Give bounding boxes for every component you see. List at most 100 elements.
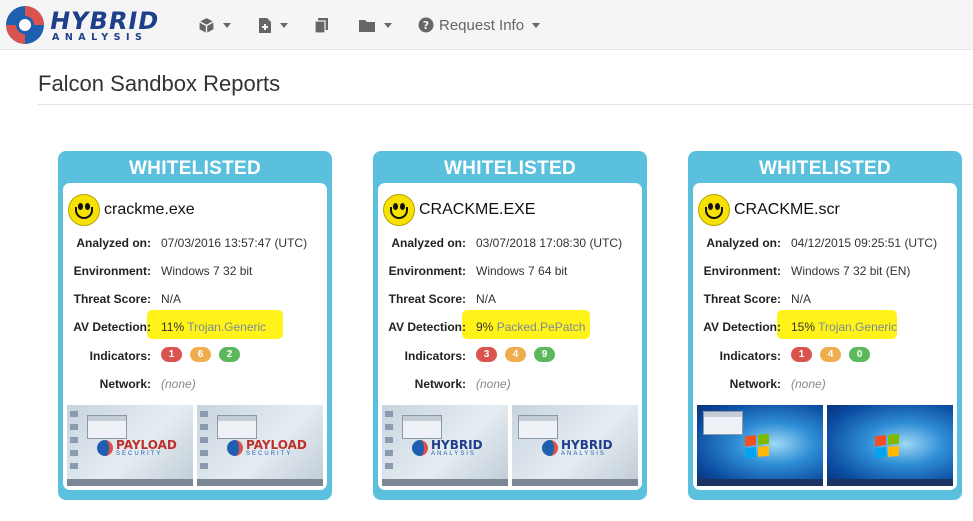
file-name[interactable]: CRACKME.EXE bbox=[419, 201, 535, 219]
indicators-row: Indicators: 1 6 2 bbox=[63, 347, 327, 369]
av-detection-value: 11% Trojan.Generic bbox=[161, 320, 266, 334]
suspicious-indicator-badge[interactable]: 4 bbox=[505, 347, 526, 362]
nav-submit-menu[interactable] bbox=[198, 14, 231, 36]
av-detection-row: AV Detection: 15% Trojan.Generic bbox=[693, 310, 957, 340]
analyzed-on-label: Analyzed on: bbox=[706, 236, 781, 250]
verdict-label: WHITELISTED bbox=[128, 158, 262, 179]
chevron-down-icon bbox=[532, 22, 541, 28]
network-label: Network: bbox=[99, 377, 151, 391]
analyzed-on-value: 07/03/2016 13:57:47 (UTC) bbox=[161, 236, 308, 250]
hybrid-analysis-logo[interactable]: HYBRID ANALYSIS bbox=[4, 4, 174, 46]
indicators-row: Indicators: 3 4 9 bbox=[378, 347, 642, 369]
informative-indicator-badge[interactable]: 2 bbox=[219, 347, 240, 362]
network-row: Network: (none) bbox=[693, 377, 957, 397]
indicator-badges: 1 4 0 bbox=[791, 347, 870, 362]
payload-security-logo: PAYLOAD SECURITY bbox=[227, 439, 307, 457]
threat-score-row: Threat Score: N/A bbox=[378, 292, 642, 312]
environment-label: Environment: bbox=[388, 264, 466, 278]
threat-score-label: Threat Score: bbox=[73, 292, 151, 306]
suspicious-indicator-badge[interactable]: 4 bbox=[820, 347, 841, 362]
threat-score-row: Threat Score: N/A bbox=[63, 292, 327, 312]
screenshot-thumbnail[interactable]: PAYLOAD SECURITY bbox=[197, 405, 323, 486]
copy-icon bbox=[314, 17, 328, 34]
informative-indicator-badge[interactable]: 0 bbox=[849, 347, 870, 362]
windows-logo-icon bbox=[745, 433, 769, 459]
malicious-indicator-badge[interactable]: 1 bbox=[161, 347, 182, 362]
analyzed-on-label: Analyzed on: bbox=[391, 236, 466, 250]
screenshot-thumbnail[interactable] bbox=[697, 405, 823, 486]
screenshot-thumbnail[interactable]: HYBRID ANALYSIS bbox=[512, 405, 638, 486]
indicators-row: Indicators: 1 4 0 bbox=[693, 347, 957, 369]
screenshot-strip: HYBRID ANALYSIS HYBRID ANALYSIS bbox=[382, 405, 638, 486]
network-label: Network: bbox=[414, 377, 466, 391]
smiley-icon bbox=[383, 194, 415, 226]
network-row: Network: (none) bbox=[63, 377, 327, 397]
hybrid-logo: HYBRID ANALYSIS bbox=[412, 439, 483, 457]
indicators-label: Indicators: bbox=[719, 349, 781, 363]
network-value: (none) bbox=[161, 377, 196, 391]
av-detection-value: 9% Packed.PePatch bbox=[476, 320, 585, 334]
av-detection-row: AV Detection: 11% Trojan.Generic bbox=[63, 310, 327, 340]
av-detection-label: AV Detection: bbox=[703, 320, 781, 334]
analyzed-on-value: 03/07/2018 17:08:30 (UTC) bbox=[476, 236, 623, 250]
file-name-row: crackme.exe bbox=[68, 194, 195, 226]
environment-label: Environment: bbox=[703, 264, 781, 278]
environment-value: Windows 7 64 bit bbox=[476, 264, 568, 278]
av-percent: 15% bbox=[791, 320, 816, 334]
chevron-down-icon bbox=[384, 22, 392, 28]
av-detection-label: AV Detection: bbox=[73, 320, 151, 334]
page-title: Falcon Sandbox Reports bbox=[38, 71, 281, 96]
screenshot-thumbnail[interactable]: PAYLOAD SECURITY bbox=[67, 405, 193, 486]
indicator-badges: 1 6 2 bbox=[161, 347, 240, 362]
logo-text: HYBRID bbox=[47, 7, 162, 35]
report-card[interactable]: WHITELISTED CRACKME.scr Analyzed on: 04/… bbox=[688, 151, 962, 500]
malicious-indicator-badge[interactable]: 1 bbox=[791, 347, 812, 362]
screenshot-strip bbox=[697, 405, 953, 486]
suspicious-indicator-badge[interactable]: 6 bbox=[190, 347, 211, 362]
nav-copy-button[interactable] bbox=[314, 14, 329, 36]
verdict-label: WHITELISTED bbox=[443, 158, 577, 179]
nav-request-info-menu[interactable]: ? Request Info bbox=[418, 14, 541, 36]
network-row: Network: (none) bbox=[378, 377, 642, 397]
screenshot-thumbnail[interactable]: HYBRID ANALYSIS bbox=[382, 405, 508, 486]
screenshot-thumbnail[interactable] bbox=[827, 405, 953, 486]
logo-subtext: ANALYSIS bbox=[52, 32, 148, 43]
smiley-icon bbox=[698, 194, 730, 226]
informative-indicator-badge[interactable]: 9 bbox=[534, 347, 555, 362]
svg-text:?: ? bbox=[423, 19, 429, 32]
file-name[interactable]: CRACKME.scr bbox=[734, 201, 840, 219]
threat-score-label: Threat Score: bbox=[388, 292, 466, 306]
av-name: Packed.PePatch bbox=[496, 320, 586, 334]
environment-row: Environment: Windows 7 32 bit bbox=[63, 264, 327, 284]
nav-folder-menu[interactable] bbox=[358, 14, 392, 36]
question-circle-icon: ? bbox=[418, 17, 434, 33]
indicators-label: Indicators: bbox=[404, 349, 466, 363]
cube-icon bbox=[199, 17, 214, 33]
threat-score-label: Threat Score: bbox=[703, 292, 781, 306]
av-name: Trojan.Generic bbox=[187, 320, 267, 334]
threat-score-value: N/A bbox=[161, 292, 182, 306]
verdict-label: WHITELISTED bbox=[758, 158, 892, 179]
network-value: (none) bbox=[791, 377, 826, 391]
file-name-row: CRACKME.scr bbox=[698, 194, 840, 226]
environment-row: Environment: Windows 7 64 bit bbox=[378, 264, 642, 284]
report-card-body: CRACKME.scr Analyzed on: 04/12/2015 09:2… bbox=[693, 183, 957, 490]
analyzed-on-row: Analyzed on: 04/12/2015 09:25:51 (UTC) bbox=[693, 236, 957, 256]
analyzed-on-row: Analyzed on: 07/03/2016 13:57:47 (UTC) bbox=[63, 236, 327, 256]
title-divider bbox=[38, 104, 973, 105]
malicious-indicator-badge[interactable]: 3 bbox=[476, 347, 497, 362]
report-card[interactable]: WHITELISTED CRACKME.EXE Analyzed on: 03/… bbox=[373, 151, 647, 500]
hybrid-logo: HYBRID ANALYSIS bbox=[542, 439, 613, 457]
av-detection-row: AV Detection: 9% Packed.PePatch bbox=[378, 310, 642, 340]
chevron-down-icon bbox=[280, 22, 288, 28]
av-detection-label: AV Detection: bbox=[388, 320, 466, 334]
request-info-label: Request Info bbox=[439, 16, 525, 34]
threat-score-value: N/A bbox=[476, 292, 497, 306]
file-name[interactable]: crackme.exe bbox=[104, 201, 195, 219]
chevron-down-icon bbox=[223, 22, 231, 28]
network-label: Network: bbox=[729, 377, 781, 391]
av-detection-value: 15% Trojan.Generic bbox=[791, 320, 897, 334]
report-card[interactable]: WHITELISTED crackme.exe Analyzed on: 07/… bbox=[58, 151, 332, 500]
file-name-row: CRACKME.EXE bbox=[383, 194, 535, 226]
nav-new-file-menu[interactable] bbox=[258, 14, 288, 36]
